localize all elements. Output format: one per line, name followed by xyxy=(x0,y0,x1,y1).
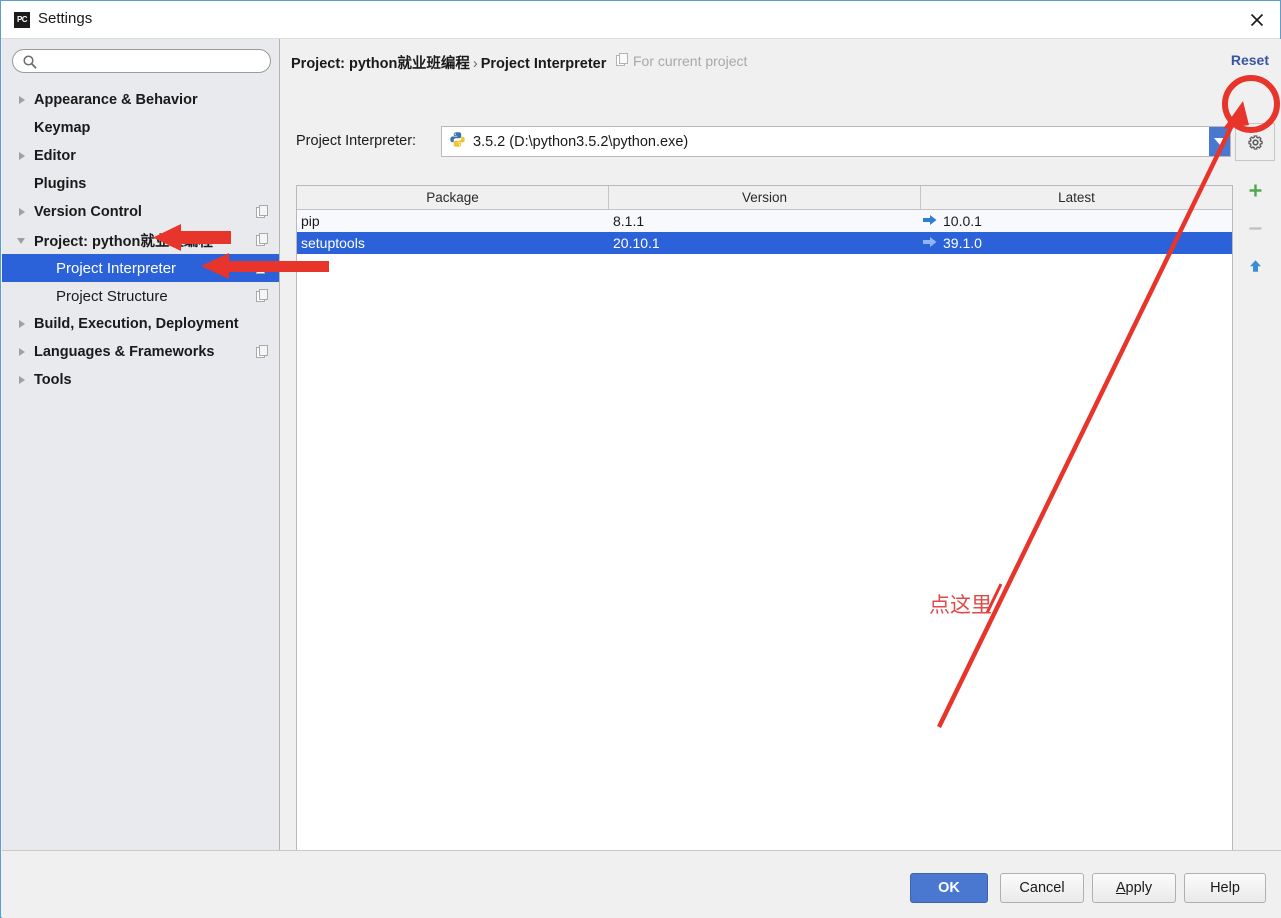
title-bar: PC Settings xyxy=(1,1,1280,39)
sidebar-item-languages-frameworks[interactable]: Languages & Frameworks xyxy=(2,338,279,366)
sidebar-item-label: Languages & Frameworks xyxy=(34,344,215,360)
search-input[interactable] xyxy=(43,51,267,73)
copy-icon[interactable] xyxy=(256,261,269,274)
table-row[interactable]: pip 8.1.1 10.0.1 xyxy=(297,210,1232,232)
sidebar-item-label: Tools xyxy=(34,372,72,388)
apply-mnemonic: A xyxy=(1115,880,1126,896)
copy-icon[interactable] xyxy=(256,345,269,358)
table-header: Package Version Latest xyxy=(297,186,1232,210)
chevron-right-icon[interactable] xyxy=(16,346,29,359)
window-title: Settings xyxy=(38,10,93,27)
settings-dialog: PC Settings Appearance & Behavior Keymap E… xyxy=(0,0,1281,918)
dialog-footer: OK Cancel Apply Help xyxy=(2,850,1281,918)
settings-tree: Appearance & Behavior Keymap Editor Plugins… xyxy=(2,86,279,394)
column-header-latest[interactable]: Latest xyxy=(921,186,1232,209)
sidebar-item-label: Build, Execution, Deployment xyxy=(34,316,239,332)
chevron-right-icon[interactable] xyxy=(16,374,29,387)
breadcrumb-separator: › xyxy=(472,56,478,72)
apply-button[interactable]: Apply xyxy=(1092,873,1176,903)
cell-version: 20.10.1 xyxy=(613,235,660,251)
cell-package: setuptools xyxy=(301,235,365,251)
minus-icon[interactable] xyxy=(1235,209,1275,247)
breadcrumb-root[interactable]: Project: python就业班编程 xyxy=(291,56,470,72)
interpreter-value: 3.5.2 (D:\python3.5.2\python.exe) xyxy=(473,133,689,150)
arrow-right-icon xyxy=(923,213,937,229)
sidebar-item-project-interpreter[interactable]: Project Interpreter xyxy=(2,254,279,282)
sidebar-item-project-structure[interactable]: Project Structure xyxy=(2,282,279,310)
chevron-down-icon[interactable] xyxy=(1209,127,1230,156)
reset-link[interactable]: Reset xyxy=(1231,52,1269,68)
cell-latest-value: 10.0.1 xyxy=(943,213,982,229)
sidebar-item-appearance-behavior[interactable]: Appearance & Behavior xyxy=(2,86,279,114)
breadcrumb: Project: python就业班编程 › Project Interpreter xyxy=(291,52,606,73)
python-icon xyxy=(449,131,466,153)
settings-sidebar: Appearance & Behavior Keymap Editor Plugins… xyxy=(2,39,280,850)
packages-table: Package Version Latest pip 8.1.1 10.0.1 set… xyxy=(296,185,1233,876)
plus-icon[interactable] xyxy=(1235,171,1275,209)
chevron-right-icon[interactable] xyxy=(16,150,29,163)
sidebar-item-label: Plugins xyxy=(34,176,87,192)
search-box[interactable] xyxy=(12,49,271,73)
search-icon xyxy=(22,54,38,70)
copy-icon xyxy=(616,53,629,69)
sidebar-item-label: Project: python就业班编程 xyxy=(34,233,213,250)
package-toolbar xyxy=(1235,123,1275,285)
cell-version: 8.1.1 xyxy=(613,213,645,229)
pycharm-icon: PC xyxy=(14,12,30,28)
annotation-click-here: 点这里 xyxy=(929,594,992,617)
help-button[interactable]: Help xyxy=(1184,873,1266,903)
cell-latest-value: 39.1.0 xyxy=(943,235,982,251)
sidebar-item-editor[interactable]: Editor xyxy=(2,142,279,170)
close-icon[interactable] xyxy=(1234,1,1280,38)
sidebar-item-project-python[interactable]: Project: python就业班编程 xyxy=(2,226,279,254)
chevron-right-icon[interactable] xyxy=(16,94,29,107)
interpreter-combobox[interactable]: 3.5.2 (D:\python3.5.2\python.exe) xyxy=(441,126,1231,157)
column-header-version[interactable]: Version xyxy=(609,186,921,209)
sidebar-item-tools[interactable]: Tools xyxy=(2,366,279,394)
sidebar-item-label: Project Interpreter xyxy=(56,259,177,277)
scope-indicator: For current project xyxy=(616,53,747,69)
cancel-button[interactable]: Cancel xyxy=(1000,873,1084,903)
sidebar-item-label: Appearance & Behavior xyxy=(34,92,198,108)
chevron-right-icon[interactable] xyxy=(16,318,29,331)
copy-icon[interactable] xyxy=(256,205,269,218)
sidebar-item-label: Keymap xyxy=(34,120,91,136)
copy-icon[interactable] xyxy=(256,233,269,246)
column-header-package[interactable]: Package xyxy=(297,186,609,209)
sidebar-item-keymap[interactable]: Keymap xyxy=(2,114,279,142)
cell-latest: 39.1.0 xyxy=(921,235,1232,251)
arrow-up-icon[interactable] xyxy=(1235,247,1275,285)
gear-icon[interactable] xyxy=(1235,123,1275,161)
cell-package: pip xyxy=(301,213,320,229)
cell-latest: 10.0.1 xyxy=(921,213,1232,229)
copy-icon[interactable] xyxy=(256,289,269,302)
chevron-down-icon[interactable] xyxy=(16,234,29,247)
sidebar-item-label: Editor xyxy=(34,148,76,164)
sidebar-item-build-execution-deployment[interactable]: Build, Execution, Deployment xyxy=(2,310,279,338)
table-row[interactable]: setuptools 20.10.1 39.1.0 xyxy=(297,232,1232,254)
sidebar-item-label: Project Structure xyxy=(56,287,168,305)
interpreter-label: Project Interpreter: xyxy=(296,133,417,149)
table-body: pip 8.1.1 10.0.1 setuptools 20.10.1 39.1.0 xyxy=(297,210,1232,254)
sidebar-item-plugins[interactable]: Plugins xyxy=(2,170,279,198)
arrow-right-icon xyxy=(923,235,937,251)
breadcrumb-leaf: Project Interpreter xyxy=(480,56,607,72)
apply-rest: pply xyxy=(1125,880,1153,896)
sidebar-item-version-control[interactable]: Version Control xyxy=(2,198,279,226)
settings-content: Project: python就业班编程 › Project Interpreter… xyxy=(280,39,1281,876)
ok-button[interactable]: OK xyxy=(910,873,988,903)
scope-label: For current project xyxy=(633,53,748,69)
sidebar-item-label: Version Control xyxy=(34,204,142,220)
chevron-right-icon[interactable] xyxy=(16,206,29,219)
